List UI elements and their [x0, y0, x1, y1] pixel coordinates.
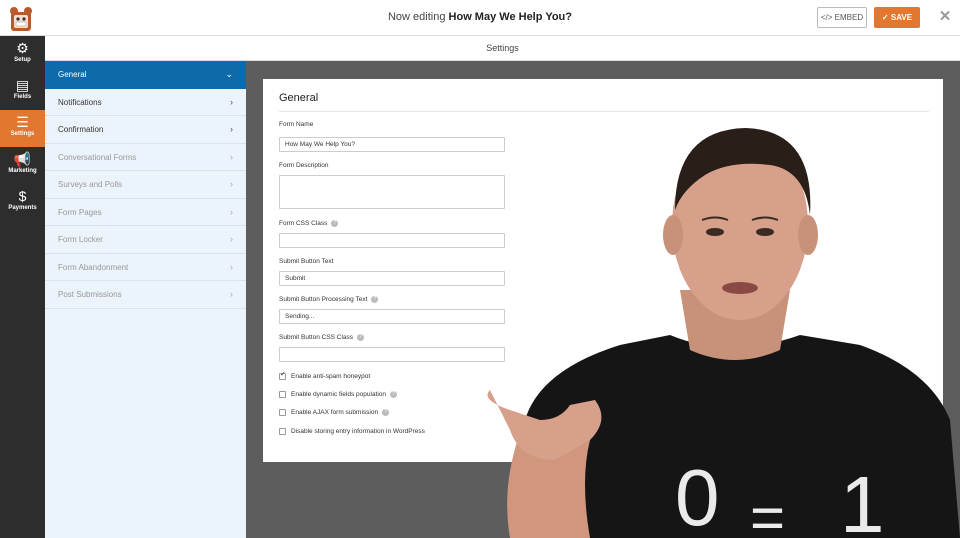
subnav-item-label: Confirmation [58, 125, 104, 134]
presenter-video-overlay: 0 = 1 [487, 128, 960, 538]
checkbox-label: Disable storing entry information in Wor… [291, 428, 425, 436]
ajax-submission-option[interactable]: Enable AJAX form submission? [279, 409, 390, 417]
rail-item-marketing[interactable]: 📢 Marketing [0, 147, 45, 184]
chevron-right-icon: › [230, 96, 233, 107]
rail-item-payments[interactable]: $ Payments [0, 184, 45, 221]
subnav-item-label: Conversational Forms [58, 152, 137, 162]
subnav-item-label: Notifications [58, 97, 102, 107]
subnav-item-surveys-polls[interactable]: Surveys and Polls › [45, 171, 246, 199]
panel-title: General [279, 92, 319, 104]
subnav-item-form-abandonment[interactable]: Form Abandonment › [45, 254, 246, 281]
checkbox-label: Enable dynamic fields population [291, 391, 387, 399]
subnav-item-label: Form Locker [58, 235, 103, 244]
embed-label: EMBED [834, 13, 864, 22]
chevron-right-icon: › [230, 179, 233, 189]
form-css-class-label: Form CSS Class [279, 220, 328, 228]
subnav-item-label: Form Pages [58, 207, 102, 217]
check-icon: ✓ [881, 13, 889, 22]
shirt-text-equals: = [750, 484, 785, 538]
subnav-item-label: Form Abandonment [58, 262, 129, 272]
help-icon[interactable]: ? [331, 220, 339, 227]
chevron-right-icon: › [230, 124, 233, 134]
subnav-item-label: Post Submissions [58, 290, 122, 299]
close-icon[interactable]: ✕ [938, 9, 952, 25]
rail-item-settings[interactable]: ☰ Settings [0, 110, 45, 147]
shirt-text-zero: 0 [675, 453, 720, 538]
chevron-right-icon: › [230, 151, 233, 162]
embed-button[interactable]: </> EMBED [817, 7, 867, 28]
processing-text-label-row: Submit Button Processing Text? [279, 296, 379, 304]
rail-item-fields[interactable]: ▤ Fields [0, 73, 45, 110]
rail-item-label: Fields [13, 94, 32, 100]
top-bar: Now editing How May We Help You? </> EMB… [0, 0, 960, 36]
subnav-item-post-submissions[interactable]: Post Submissions › [45, 281, 246, 309]
help-icon[interactable]: ? [357, 334, 365, 341]
rail-item-label: Marketing [8, 168, 37, 174]
save-button[interactable]: ✓ SAVE [874, 7, 920, 28]
shirt-text-one: 1 [840, 460, 885, 538]
sliders-icon: ☰ [16, 114, 29, 130]
checkbox-label: Enable AJAX form submission [291, 409, 379, 417]
chevron-down-icon: ⌄ [225, 69, 233, 79]
help-icon[interactable]: ? [371, 296, 379, 303]
help-icon[interactable]: ? [382, 409, 390, 416]
builder-sidebar: ⚙ Setup ▤ Fields ☰ Settings 📢 Marketing … [0, 36, 45, 538]
editing-prefix: Now editing [387, 11, 446, 23]
dollar-icon: $ [18, 188, 27, 204]
megaphone-icon: 📢 [13, 151, 32, 167]
save-label: SAVE [890, 13, 913, 22]
subnav-item-form-locker[interactable]: Form Locker › [45, 226, 246, 254]
subnav-item-general[interactable]: General ⌄ [45, 61, 246, 89]
checkbox-checked[interactable] [279, 371, 286, 380]
dynamic-fields-option[interactable]: Enable dynamic fields population? [279, 391, 398, 399]
submit-css-class-label-row: Submit Button CSS Class? [279, 334, 365, 342]
subnav-item-notifications[interactable]: Notifications › [45, 89, 246, 116]
settings-header: Settings [45, 36, 960, 61]
subnav-item-confirmation[interactable]: Confirmation › [45, 116, 246, 144]
code-icon: </> [820, 13, 833, 22]
form-title: How May We Help You? [448, 11, 572, 23]
rail-item-label: Setup [14, 57, 31, 63]
form-description-label: Form Description [279, 162, 329, 169]
subnav-item-form-pages[interactable]: Form Pages › [45, 199, 246, 226]
form-name-label: Form Name [279, 121, 314, 128]
submit-button-text-label: Submit Button Text [279, 258, 334, 265]
rail-item-setup[interactable]: ⚙ Setup [0, 36, 45, 73]
checkbox[interactable] [279, 409, 286, 416]
subnav-item-label: Surveys and Polls [58, 180, 123, 189]
checkbox[interactable] [279, 428, 286, 435]
subnav-item-label: General [58, 70, 87, 79]
divider [279, 111, 929, 112]
rail-item-label: Payments [8, 205, 37, 211]
subnav-item-conversational-forms[interactable]: Conversational Forms › [45, 144, 246, 171]
rail-item-label: Settings [10, 131, 35, 137]
chevron-right-icon: › [230, 261, 233, 272]
submit-css-class-label: Submit Button CSS Class [279, 334, 354, 342]
form-css-class-label-row: Form CSS Class? [279, 220, 339, 228]
editing-title: Now editing How May We Help You? [0, 11, 960, 23]
fields-icon: ▤ [15, 77, 30, 93]
chevron-right-icon: › [230, 289, 233, 299]
checkbox-label: Enable anti-spam honeypot [291, 373, 371, 381]
settings-subnav: General ⌄ Notifications › Confirmation ›… [45, 61, 246, 538]
antispam-honeypot-option[interactable]: Enable anti-spam honeypot [279, 371, 371, 381]
disable-entry-storage-option[interactable]: Disable storing entry information in Wor… [279, 428, 425, 436]
checkbox[interactable] [279, 391, 286, 398]
help-icon[interactable]: ? [390, 391, 398, 398]
chevron-right-icon: › [230, 234, 233, 244]
processing-text-label: Submit Button Processing Text [279, 296, 368, 304]
gear-icon: ⚙ [16, 40, 29, 56]
chevron-right-icon: › [230, 206, 233, 217]
